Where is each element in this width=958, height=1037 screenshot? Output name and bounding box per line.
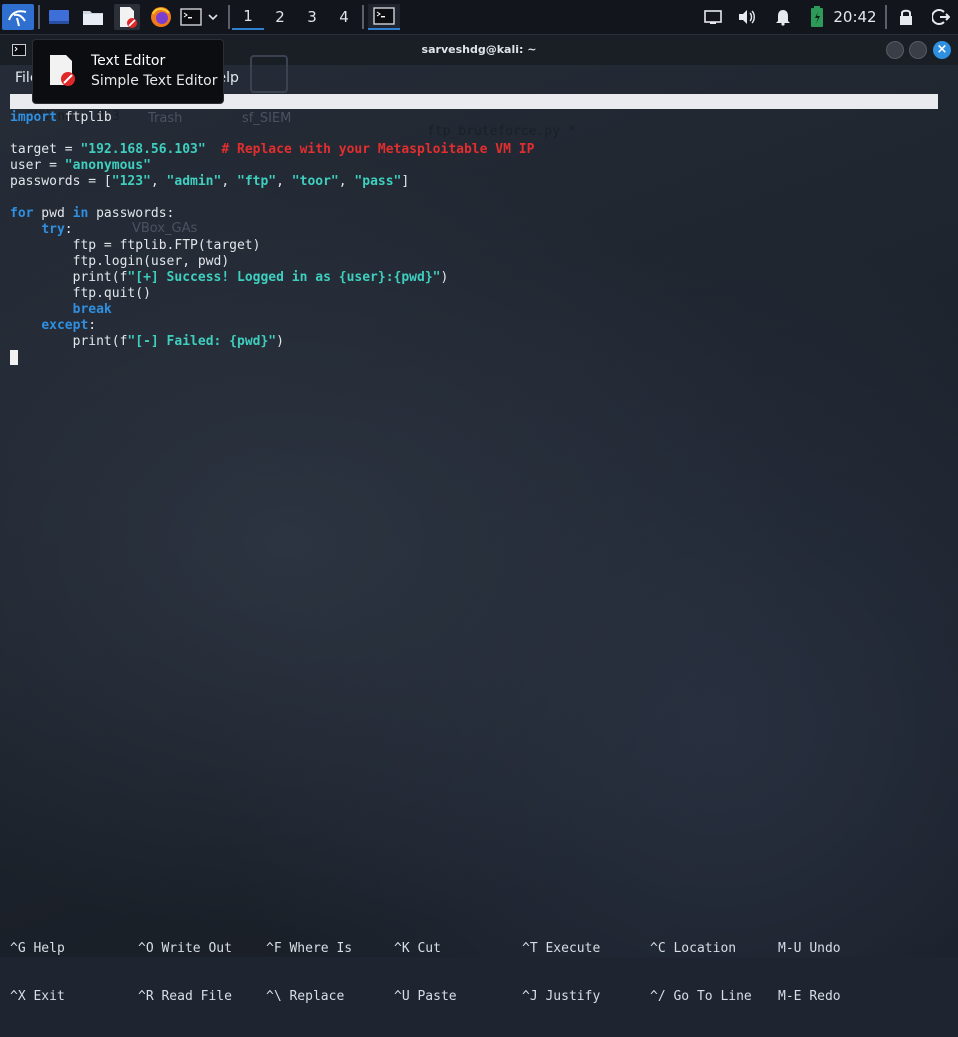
shortcut-read-file[interactable]: ^R Read File bbox=[138, 989, 232, 1005]
shortcut-group: ^T Execute ^J Justify bbox=[522, 909, 600, 1037]
shortcut-redo[interactable]: M-E Redo bbox=[778, 989, 841, 1005]
notifications-bell-icon[interactable] bbox=[772, 4, 794, 30]
code-line: print(f"[-] Failed: {pwd}") bbox=[72, 334, 284, 349]
logout-icon[interactable] bbox=[930, 4, 952, 30]
top-panel: 1 2 3 4 20:42 bbox=[0, 0, 958, 35]
shortcut-execute[interactable]: ^T Execute bbox=[522, 941, 600, 957]
terminal-window[interactable]: sarveshdg@kali: ~ × File Help Trash sf_S… bbox=[0, 35, 958, 1004]
code-line: user = "anonymous" bbox=[10, 158, 151, 173]
shortcut-where-is[interactable]: ^F Where Is bbox=[266, 941, 352, 957]
code-line: target = "192.168.56.103" # Replace with… bbox=[10, 142, 535, 157]
shortcut-group: ^K Cut ^U Paste bbox=[394, 909, 457, 1037]
shortcut-help[interactable]: ^G Help bbox=[10, 941, 65, 957]
network-icon[interactable] bbox=[702, 4, 724, 30]
panel-separator bbox=[885, 5, 887, 29]
minimize-button[interactable] bbox=[886, 41, 904, 59]
shortcut-group: ^O Write Out ^R Read File bbox=[138, 909, 232, 1037]
show-desktop-icon[interactable] bbox=[46, 4, 72, 30]
volume-icon[interactable] bbox=[736, 4, 758, 30]
workspace-3[interactable]: 3 bbox=[296, 4, 328, 30]
code-line: ftp.quit() bbox=[72, 286, 151, 301]
shortcut-group: M-U Undo M-E Redo bbox=[778, 909, 841, 1037]
workspace-4[interactable]: 4 bbox=[328, 4, 360, 30]
code-line: for pwd in passwords: bbox=[10, 206, 175, 221]
tooltip-subtitle: Simple Text Editor bbox=[91, 73, 218, 89]
lock-screen-icon[interactable] bbox=[896, 4, 916, 30]
desktop-folder-icon bbox=[250, 55, 288, 93]
maximize-button[interactable] bbox=[909, 41, 927, 59]
code-line: break bbox=[72, 302, 112, 317]
clock[interactable]: 20:42 bbox=[832, 4, 878, 30]
code-line: passwords = ["123", "admin", "ftp", "too… bbox=[10, 174, 410, 189]
code-line: import ftplib bbox=[10, 110, 112, 125]
code-line: ftp.login(user, pwd) bbox=[72, 254, 230, 269]
shortcut-group: ^C Location ^/ Go To Line bbox=[650, 909, 752, 1037]
code-line bbox=[10, 350, 534, 367]
code-line: except: bbox=[41, 318, 97, 333]
text-editor-icon[interactable] bbox=[114, 4, 140, 30]
file-manager-icon[interactable] bbox=[80, 4, 106, 30]
shortcut-go-to-line[interactable]: ^/ Go To Line bbox=[650, 989, 752, 1005]
shortcut-exit[interactable]: ^X Exit bbox=[10, 989, 65, 1005]
shortcut-replace[interactable]: ^\ Replace bbox=[266, 989, 352, 1005]
code-editor[interactable]: import ftplib target = "192.168.56.103" … bbox=[10, 110, 534, 367]
shortcut-group: ^F Where Is ^\ Replace bbox=[266, 909, 352, 1037]
workspace-1[interactable]: 1 bbox=[232, 4, 264, 30]
kali-menu-icon[interactable] bbox=[2, 4, 34, 30]
code-line: print(f"[+] Success! Logged in as {user}… bbox=[72, 270, 449, 285]
code-line: try: bbox=[41, 222, 73, 237]
workspace-2[interactable]: 2 bbox=[264, 4, 296, 30]
close-button[interactable]: × bbox=[933, 41, 951, 59]
shortcut-help: ^G Help ^X Exit bbox=[10, 909, 65, 1037]
firefox-icon[interactable] bbox=[148, 4, 174, 30]
code-line: ftp = ftplib.FTP(target) bbox=[72, 238, 261, 253]
battery-icon[interactable] bbox=[806, 4, 828, 30]
panel-separator bbox=[228, 5, 230, 29]
launcher-tooltip: Text Editor Simple Text Editor bbox=[32, 39, 224, 104]
terminal-launcher-icon[interactable] bbox=[179, 4, 203, 30]
shortcut-undo[interactable]: M-U Undo bbox=[778, 941, 841, 957]
panel-separator bbox=[362, 5, 364, 29]
shortcut-paste[interactable]: ^U Paste bbox=[394, 989, 457, 1005]
shortcut-write-out[interactable]: ^O Write Out bbox=[138, 941, 232, 957]
tooltip-title: Text Editor bbox=[91, 53, 166, 69]
shortcut-justify[interactable]: ^J Justify bbox=[522, 989, 600, 1005]
panel-separator bbox=[38, 5, 40, 29]
text-editor-icon bbox=[50, 55, 75, 86]
terminal-task-button[interactable] bbox=[368, 4, 400, 30]
shortcut-location[interactable]: ^C Location bbox=[650, 941, 752, 957]
shortcut-cut[interactable]: ^K Cut bbox=[394, 941, 457, 957]
chevron-down-icon[interactable] bbox=[205, 4, 221, 30]
text-cursor bbox=[10, 350, 18, 365]
